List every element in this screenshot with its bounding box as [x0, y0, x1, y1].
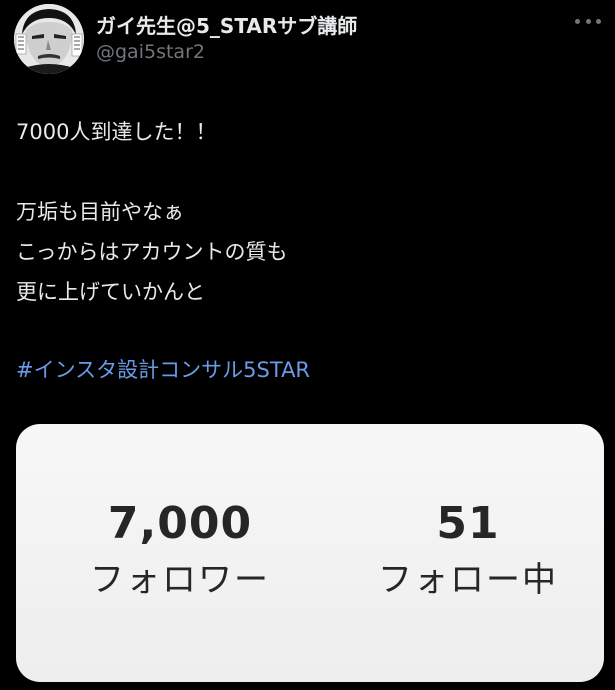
more-dot: [585, 18, 591, 24]
attached-image[interactable]: 7,000 フォロワー 51 フォロー中: [16, 424, 604, 682]
followers-label: フォロワー: [90, 560, 270, 600]
more-horizontal-icon[interactable]: [575, 12, 601, 30]
more-dot: [575, 18, 580, 24]
following-label: フォロー中: [378, 560, 558, 600]
manga-face-avatar-icon: [14, 4, 84, 74]
display-name[interactable]: ガイ先生@5_STARサブ講師: [96, 10, 357, 39]
following-count: 51: [436, 498, 500, 549]
tweet-text: 7000人到達した！！ 万垢も目前やなぁ こっからはアカウントの質も 更に上げて…: [16, 112, 596, 312]
tweet-line: 万垢も目前やなぁ: [16, 200, 184, 224]
tweet-line: こっからはアカウントの質も: [16, 240, 288, 264]
following-stat: 51 フォロー中: [354, 496, 582, 606]
hashtag-link[interactable]: #インスタ設計コンサル5STAR: [16, 350, 310, 390]
followers-stat: 7,000 フォロワー: [64, 496, 296, 606]
user-handle[interactable]: @gai5star2: [96, 41, 205, 63]
tweet-line: 7000人到達した！！: [16, 120, 217, 144]
tweet-line: 更に上げていかんと: [16, 280, 205, 304]
more-dot: [596, 18, 601, 24]
followers-count: 7,000: [107, 498, 253, 549]
avatar[interactable]: [14, 4, 84, 74]
